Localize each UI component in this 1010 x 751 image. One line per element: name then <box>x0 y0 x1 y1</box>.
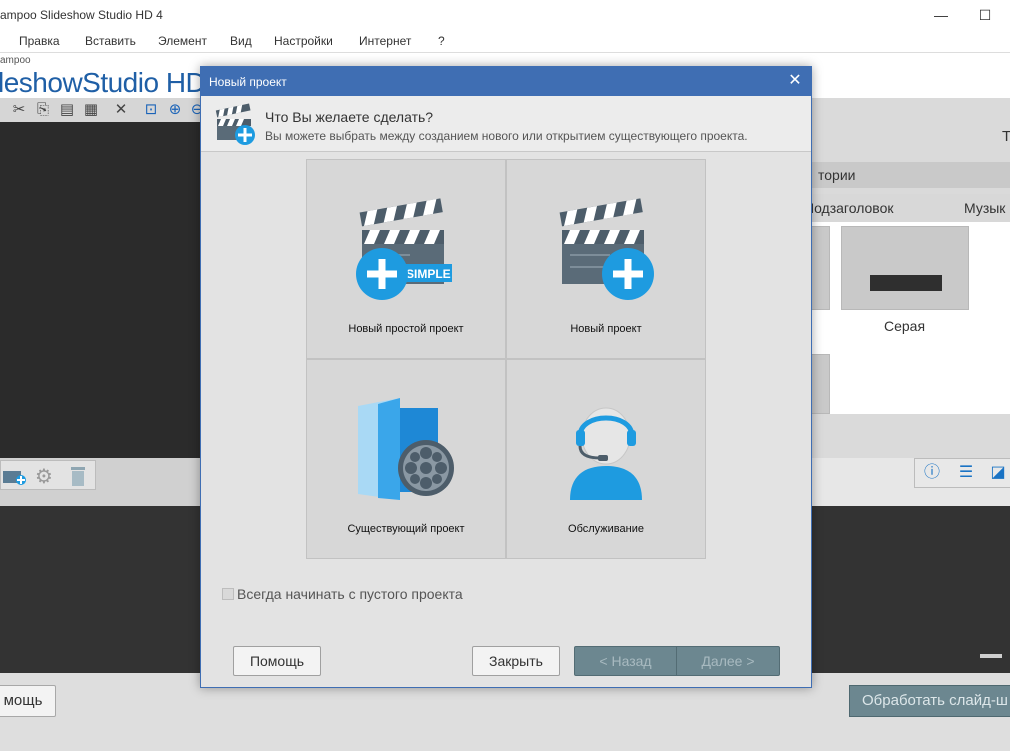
clapperboard-add-icon <box>559 198 654 300</box>
right-tools-group: ⓘ ☰ ◪ <box>914 458 1010 488</box>
always-empty-checkbox-label[interactable]: Всегда начинать с пустого проекта <box>237 586 463 602</box>
close-button[interactable]: Закрыть <box>472 646 560 676</box>
option-service[interactable]: Обслуживание <box>506 359 706 559</box>
brand-logo-text: leshowStudio HD <box>0 67 206 98</box>
menu-item-help[interactable]: ? <box>438 34 445 48</box>
next-button[interactable]: Далее > <box>676 646 780 676</box>
back-button[interactable]: < Назад <box>574 646 677 676</box>
option-label: Обслуживание <box>568 523 644 535</box>
option-label: Новый простой проект <box>348 323 464 335</box>
new-project-dialog: Новый проект ✕ Что Вы желаете сделать? В… <box>200 66 812 688</box>
delete-icon[interactable]: ✕ <box>112 101 130 119</box>
clapperboard-add-icon <box>215 103 255 145</box>
option-label: Новый проект <box>570 323 642 335</box>
option-new-simple-project[interactable]: SIMPLE Новый простой проект <box>306 159 506 359</box>
tab-music[interactable]: Музык <box>964 200 1005 216</box>
menu-item-insert[interactable]: Вставить <box>85 34 136 48</box>
dialog-title: Новый проект <box>209 75 287 89</box>
menu-item-settings[interactable]: Настройки <box>274 34 333 48</box>
template-list: Серая <box>810 222 1010 414</box>
dialog-subtitle: Вы можете выбрать между созданием нового… <box>265 129 748 143</box>
dialog-close-icon[interactable]: ✕ <box>785 71 805 91</box>
app-window: ampoo Slideshow Studio HD 4 — ☐ Правка В… <box>0 0 1010 751</box>
title-bar: ampoo Slideshow Studio HD 4 — ☐ <box>0 0 1010 30</box>
clapperboard-simple-icon: SIMPLE <box>356 198 452 300</box>
right-panel-tabs: Подзаголовок Музык <box>804 194 1010 222</box>
maximize-button[interactable]: ☐ <box>970 4 1000 26</box>
timeline-scroll-handle[interactable] <box>980 654 1002 658</box>
support-agent-icon <box>570 407 642 500</box>
layers-icon[interactable]: ▦ <box>82 101 100 119</box>
app-title: ampoo Slideshow Studio HD 4 <box>0 8 163 22</box>
option-existing-project[interactable]: Существующий проект <box>306 359 506 559</box>
template-thumb-partial[interactable] <box>810 226 830 310</box>
paste-icon[interactable]: ▤ <box>58 101 76 119</box>
dialog-question: Что Вы желаете сделать? <box>265 109 434 125</box>
help-button-main[interactable]: мощь <box>0 685 56 717</box>
align-icon[interactable]: ☰ <box>955 462 977 484</box>
folder-film-reel-icon <box>358 398 454 500</box>
info-icon[interactable]: ⓘ <box>921 462 943 484</box>
edit-icon[interactable]: ◪ <box>987 462 1009 484</box>
brand-company: ampoo <box>0 55 31 66</box>
tab-subtitle[interactable]: Подзаголовок <box>804 200 894 216</box>
minimize-button[interactable]: — <box>926 4 956 26</box>
dialog-title-bar: Новый проект ✕ <box>201 67 811 96</box>
right-panel: T тории Подзаголовок Музык Серая ⓘ ☰ ◪ <box>804 98 1010 488</box>
dialog-header: Что Вы желаете сделать? Вы можете выбрат… <box>201 96 811 152</box>
left-tools-bar: ⚙ <box>0 458 210 506</box>
menu-item-view[interactable]: Вид <box>230 34 252 48</box>
template-preview-bar <box>870 275 942 291</box>
simple-badge: SIMPLE <box>406 267 451 281</box>
project-options-grid: SIMPLE Новый простой проект Новый проект… <box>306 159 707 560</box>
right-panel-partial-text: T <box>1002 128 1010 145</box>
left-tools-group: ⚙ <box>0 460 96 490</box>
menu-item-edit[interactable]: Правка <box>19 34 60 48</box>
trash-icon[interactable] <box>69 465 87 487</box>
zoom-fit-icon[interactable]: ⊡ <box>142 101 160 119</box>
add-image-icon[interactable] <box>3 465 27 487</box>
help-button[interactable]: Помощь <box>233 646 321 676</box>
zoom-in-icon[interactable]: ⊕ <box>166 101 184 119</box>
menu-item-internet[interactable]: Интернет <box>359 34 411 48</box>
menu-bar: Правка Вставить Элемент Вид Настройки Ин… <box>0 30 1010 52</box>
scissors-icon[interactable]: ✂ <box>10 101 28 119</box>
process-slideshow-button[interactable]: Обработать слайд-ш <box>849 685 1010 717</box>
template-thumb-partial-2[interactable] <box>810 354 830 414</box>
template-thumb-gray[interactable] <box>841 226 969 310</box>
option-new-project[interactable]: Новый проект <box>506 159 706 359</box>
option-label: Существующий проект <box>347 523 465 535</box>
categories-header[interactable]: тории <box>810 162 1010 188</box>
preview-area <box>0 122 210 458</box>
edit-toolbar: ✂ ⎘ ▤ ▦ ✕ ⊡ ⊕ ⊖ <box>0 98 210 122</box>
always-empty-checkbox[interactable] <box>222 588 234 600</box>
copy-icon[interactable]: ⎘ <box>34 101 52 119</box>
template-label-gray: Серая <box>884 318 926 334</box>
menu-item-element[interactable]: Элемент <box>158 34 207 48</box>
settings-icon[interactable]: ⚙ <box>35 464 53 489</box>
